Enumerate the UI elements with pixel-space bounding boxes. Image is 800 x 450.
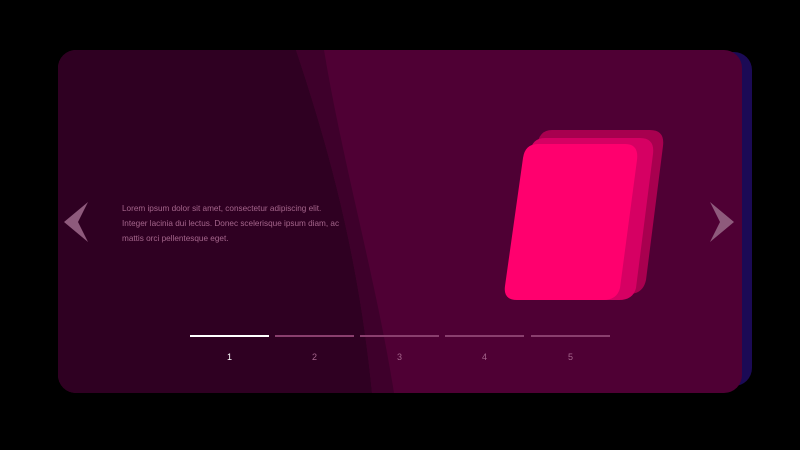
- pager-item-1[interactable]: 1: [190, 335, 270, 365]
- slider-stage: Lorem ipsum dolor sit amet, consectetur …: [0, 0, 800, 450]
- pager-item-4[interactable]: 4: [445, 335, 525, 365]
- pager-number: 3: [396, 352, 402, 362]
- pager-number: 4: [481, 352, 487, 362]
- slide-pager: 1 2 3 4 5: [190, 335, 612, 367]
- chevron-left-icon: [64, 202, 88, 242]
- pager-item-5[interactable]: 5: [531, 335, 611, 365]
- pager-item-2[interactable]: 2: [275, 335, 355, 365]
- next-slide-button[interactable]: [708, 200, 738, 244]
- pager-number: 2: [311, 352, 317, 362]
- slide-illustration: [495, 122, 675, 312]
- pager-bar: [360, 335, 439, 337]
- pager-number: 1: [226, 352, 232, 362]
- card-layer-front: [504, 144, 638, 300]
- pager-item-3[interactable]: 3: [360, 335, 440, 365]
- pager-bar: [531, 335, 610, 337]
- pager-bar: [445, 335, 524, 337]
- slide-caption: Lorem ipsum dolor sit amet, consectetur …: [122, 204, 340, 243]
- chevron-right-icon: [710, 202, 734, 242]
- pager-bar: [275, 335, 354, 337]
- pager-bar: [190, 335, 269, 337]
- pager-number: 5: [567, 352, 573, 362]
- previous-slide-button[interactable]: [60, 200, 90, 244]
